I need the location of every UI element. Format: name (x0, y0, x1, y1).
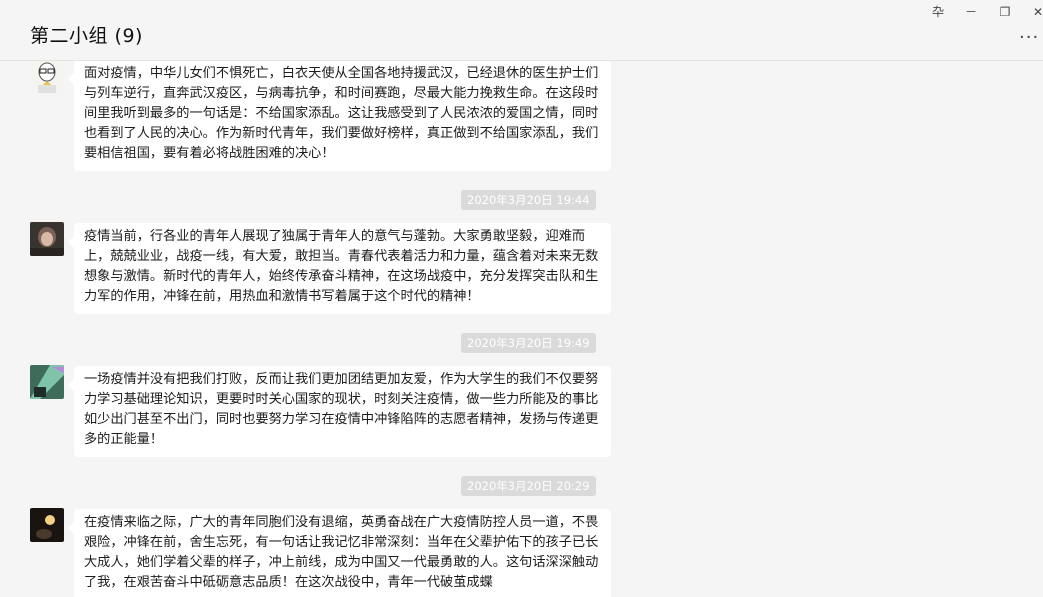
message-bubble[interactable]: 在疫情来临之际，广大的青年同胞们没有退缩，英勇奋战在广大疫情防控人员一道，不畏艰… (68, 509, 611, 597)
message-text: 面对疫情，中华儿女们不惧死亡，白衣天使从全国各地持援武汉，已经退休的医生护士们与… (84, 66, 599, 161)
close-icon[interactable]: ✕ (1027, 4, 1043, 20)
minimize-icon[interactable]: － (960, 4, 982, 20)
avatar[interactable] (30, 365, 64, 399)
timestamp: 2020年3月20日 20:29 (461, 476, 596, 496)
timestamp: 2020年3月20日 19:44 (461, 190, 596, 210)
more-options-icon[interactable]: ··· (1019, 27, 1039, 48)
avatar-image (30, 508, 64, 542)
avatar-image (30, 222, 64, 256)
restore-icon[interactable]: ❐ (994, 4, 1016, 20)
message-bubble[interactable]: 一场疫情并没有把我们打败，反而让我们更加团结更加友爱，作为大学生的我们不仅要努力… (68, 366, 611, 457)
avatar-image (30, 61, 64, 93)
avatar-image (30, 365, 64, 399)
message-bubble[interactable]: 面对疫情，中华儿女们不惧死亡，白衣天使从全国各地持援武汉，已经退休的医生护士们与… (68, 61, 611, 171)
chat-title: 第二小组 (9) (30, 25, 143, 47)
chat-header: 第二小组 (9) 卆 － ❐ ✕ ··· (0, 0, 1043, 61)
message-text: 疫情当前，行各业的青年人展现了独属于青年人的意气与蓬勃。大家勇敢坚毅，迎难而上，… (84, 229, 599, 304)
pin-icon[interactable]: 卆 (927, 4, 949, 20)
message-text: 一场疫情并没有把我们打败，反而让我们更加团结更加友爱，作为大学生的我们不仅要努力… (84, 372, 599, 447)
message-list[interactable]: 面对疫情，中华儿女们不惧死亡，白衣天使从全国各地持援武汉，已经退休的医生护士们与… (0, 61, 1043, 597)
timestamp: 2020年3月20日 19:49 (461, 333, 596, 353)
avatar[interactable] (30, 222, 64, 256)
avatar[interactable] (30, 61, 64, 93)
avatar[interactable] (30, 508, 64, 542)
message-bubble[interactable]: 疫情当前，行各业的青年人展现了独属于青年人的意气与蓬勃。大家勇敢坚毅，迎难而上，… (68, 223, 611, 314)
message-text: 在疫情来临之际，广大的青年同胞们没有退缩，英勇奋战在广大疫情防控人员一道，不畏艰… (84, 515, 599, 590)
